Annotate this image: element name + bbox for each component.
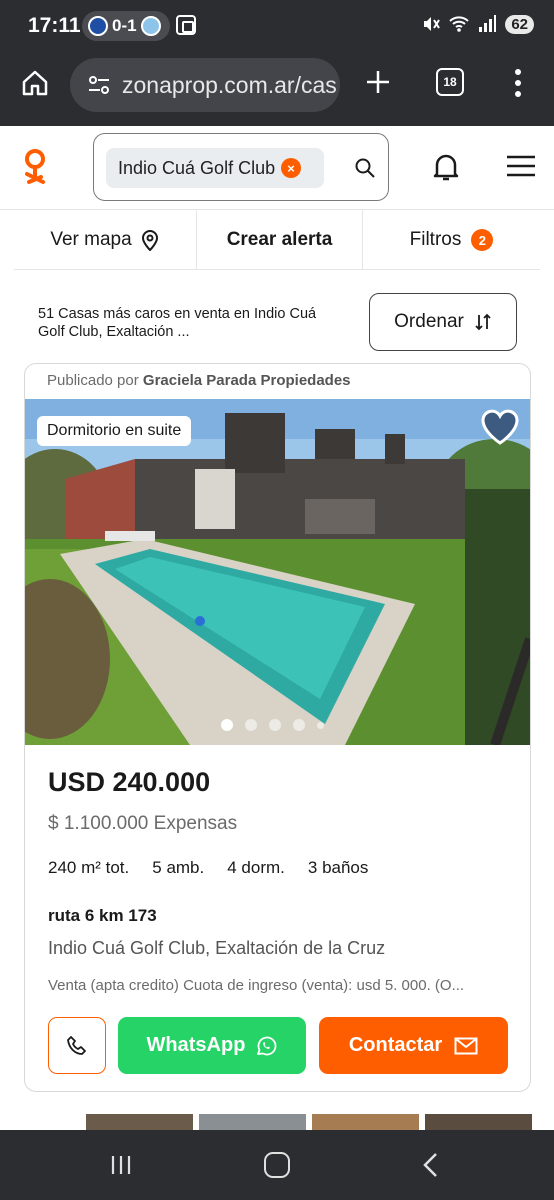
- battery-indicator: 62: [505, 14, 534, 34]
- view-map-label: Ver mapa: [50, 229, 132, 250]
- action-bar: Ver mapa Crear alerta Filtros 2: [14, 210, 540, 270]
- view-map-button[interactable]: Ver mapa: [14, 210, 197, 270]
- feature-bedrooms: 4 dorm.: [227, 858, 285, 877]
- back-icon[interactable]: [421, 1152, 441, 1178]
- listing-price: USD 240.000: [48, 767, 211, 797]
- team-crest-icon: [140, 16, 161, 36]
- call-button[interactable]: [48, 1017, 106, 1074]
- score-widget: 0-1: [82, 11, 170, 41]
- mute-icon: [424, 17, 441, 31]
- filters-button[interactable]: Filtros 2: [363, 210, 540, 270]
- sort-label: Ordenar: [394, 311, 464, 332]
- notifications-bell-icon[interactable]: [432, 152, 460, 182]
- url-text: zonaprop.com.ar/cas: [122, 71, 337, 98]
- listing-card[interactable]: Publicado por Graciela Parada Propiedade…: [24, 363, 531, 1092]
- browser-toolbar: zonaprop.com.ar/cas 18: [0, 56, 554, 116]
- recent-apps-icon[interactable]: [110, 1154, 132, 1176]
- system-nav-bar: [0, 1130, 554, 1200]
- feature-area: 240 m² tot.: [48, 858, 130, 877]
- new-tab-icon[interactable]: [364, 68, 392, 96]
- results-summary: 51 Casas más caros en venta en Indio Cuá…: [38, 306, 317, 340]
- map-pin-icon: [141, 230, 158, 251]
- url-bar[interactable]: zonaprop.com.ar/cas: [70, 58, 340, 112]
- listing-photo[interactable]: Dormitorio en suite: [25, 399, 530, 745]
- score-text: 0-1: [112, 16, 137, 35]
- filters-label: Filtros: [409, 229, 462, 250]
- tab-count: 18: [443, 75, 457, 89]
- search-box[interactable]: Indio Cuá Golf Club ×: [93, 133, 389, 201]
- sort-icon: [475, 313, 491, 331]
- status-time: 17:11: [28, 14, 81, 37]
- contact-button[interactable]: Contactar: [319, 1017, 508, 1074]
- mail-icon: [454, 1037, 478, 1054]
- search-chip-label: Indio Cuá Golf Club: [118, 157, 276, 178]
- carousel-dot[interactable]: [317, 721, 324, 729]
- screenshot-icon: [176, 15, 196, 35]
- favorite-heart-icon[interactable]: [479, 407, 521, 447]
- carousel-dot[interactable]: [245, 719, 257, 731]
- status-bar: 17:11 0-1 62: [0, 0, 554, 52]
- whatsapp-icon: [257, 1036, 277, 1055]
- photo-carousel-dots[interactable]: [221, 719, 324, 731]
- more-options-icon[interactable]: [514, 68, 522, 98]
- whatsapp-label: WhatsApp: [146, 1034, 246, 1056]
- team-crest-icon: [88, 16, 108, 36]
- photo-tag: Dormitorio en suite: [37, 416, 192, 446]
- system-home-icon[interactable]: [264, 1152, 290, 1178]
- search-chip[interactable]: Indio Cuá Golf Club ×: [106, 148, 324, 188]
- site-settings-icon[interactable]: [86, 72, 112, 98]
- chip-close-icon[interactable]: ×: [281, 158, 302, 178]
- carousel-dot[interactable]: [221, 719, 233, 731]
- site-header: Indio Cuá Golf Club ×: [0, 126, 554, 210]
- listing-description: Venta (apta credito) Cuota de ingreso (v…: [48, 977, 465, 994]
- pool-house-photo: [25, 399, 530, 745]
- listing-address: ruta 6 km 173: [48, 906, 157, 925]
- zonaprop-logo-icon[interactable]: [22, 148, 52, 188]
- sort-button[interactable]: Ordenar: [369, 293, 517, 351]
- create-alert-button[interactable]: Crear alerta: [197, 210, 363, 270]
- create-alert-label: Crear alerta: [226, 229, 333, 250]
- whatsapp-button[interactable]: WhatsApp: [118, 1017, 306, 1074]
- status-icons: 62: [421, 14, 534, 34]
- feature-bathrooms: 3 baños: [307, 858, 369, 877]
- wifi-icon: [449, 16, 470, 32]
- tab-switcher-button[interactable]: 18: [436, 68, 464, 96]
- contact-label: Contactar: [348, 1034, 443, 1056]
- home-icon[interactable]: [20, 68, 50, 98]
- feature-rooms: 5 amb.: [152, 858, 205, 877]
- hamburger-menu-icon[interactable]: [505, 154, 537, 178]
- filters-count-badge: 2: [471, 229, 494, 251]
- listing-location: Indio Cuá Golf Club, Exaltación de la Cr…: [48, 938, 386, 958]
- publisher-name[interactable]: Graciela Parada Propiedades: [143, 372, 351, 389]
- search-icon[interactable]: [354, 157, 376, 179]
- signal-icon: [479, 15, 497, 32]
- phone-icon: [67, 1035, 86, 1055]
- browser-chrome: 17:11 0-1 62 zonaprop.com.ar/cas 18: [0, 0, 554, 126]
- listing-expensas: $ 1.100.000 Expensas: [48, 813, 238, 834]
- publisher-line: Publicado por Graciela Parada Propiedade…: [47, 372, 351, 389]
- carousel-dot[interactable]: [293, 719, 305, 731]
- listing-features: 240 m² tot. 5 amb. 4 dorm. 3 baños: [48, 858, 368, 878]
- carousel-dot[interactable]: [269, 719, 281, 731]
- publisher-prefix: Publicado por: [47, 372, 139, 389]
